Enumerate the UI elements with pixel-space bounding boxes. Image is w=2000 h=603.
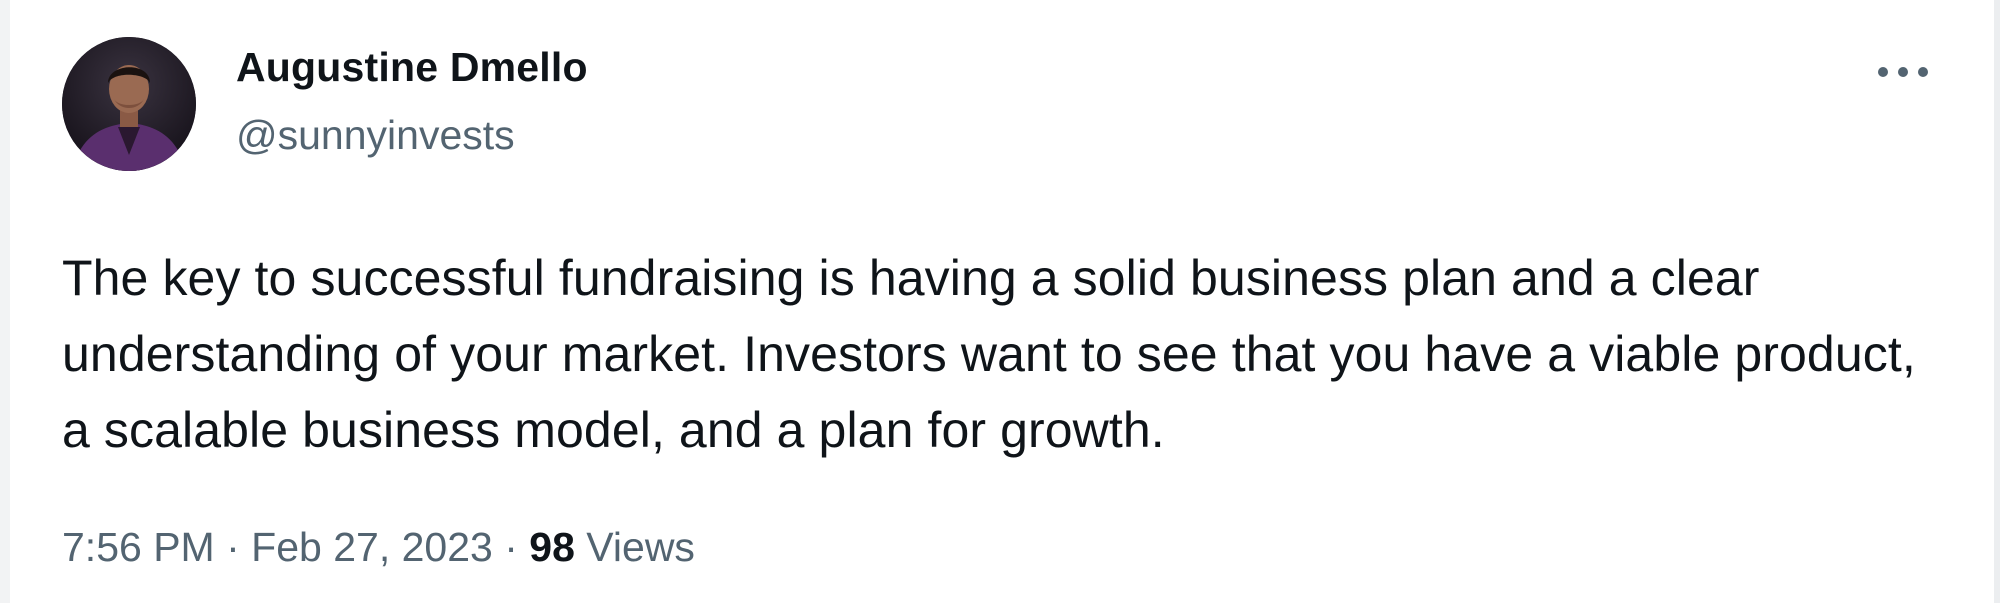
tweet-date: Feb 27, 2023 xyxy=(251,524,493,570)
tweet-timestamp[interactable]: 7:56 PM · Feb 27, 2023 xyxy=(62,524,493,570)
tweet-time: 7:56 PM xyxy=(62,524,215,570)
more-options-button[interactable] xyxy=(1868,48,1938,96)
meta-separator: · xyxy=(226,524,240,570)
tweet-text: The key to successful fundraising is hav… xyxy=(62,250,1916,458)
views[interactable]: 98 Views xyxy=(529,524,695,570)
more-horizontal-icon xyxy=(1878,67,1928,77)
avatar[interactable] xyxy=(62,37,196,171)
meta-separator: · xyxy=(504,524,518,570)
views-label: Views xyxy=(586,524,695,570)
left-divider xyxy=(0,0,10,603)
views-count: 98 xyxy=(529,524,575,570)
tweet-card: Augustine Dmello @sunnyinvests The key t… xyxy=(0,0,2000,603)
tweet-meta: 7:56 PM · Feb 27, 2023 · 98 Views xyxy=(62,524,695,571)
author-display-name[interactable]: Augustine Dmello xyxy=(236,44,588,91)
right-divider xyxy=(1994,0,2000,603)
author-handle[interactable]: @sunnyinvests xyxy=(236,112,515,159)
